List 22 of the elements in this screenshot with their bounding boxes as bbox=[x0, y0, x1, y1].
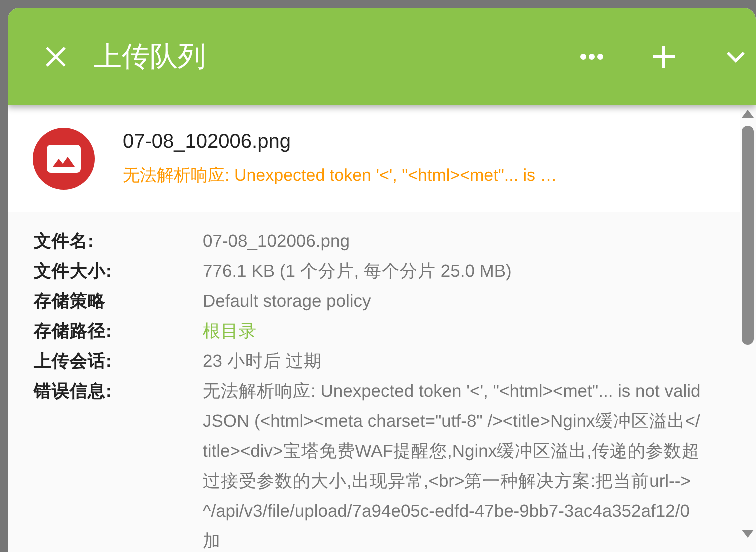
field-value: 23 小时后 过期 bbox=[203, 350, 324, 373]
panel-title: 上传队列 bbox=[94, 40, 207, 74]
field-label: 存储路径: bbox=[34, 320, 113, 343]
upload-item[interactable]: 07-08_102006.png 无法解析响应: Unexpected token '<', "<html><met"... is … bbox=[8, 105, 740, 212]
field-label: 文件名: bbox=[34, 230, 95, 253]
scrollbar-thumb[interactable] bbox=[742, 126, 754, 345]
field-label: 上传会话: bbox=[34, 350, 113, 373]
close-icon bbox=[45, 46, 67, 68]
file-name: 07-08_102006.png bbox=[123, 130, 292, 154]
field-value: 无法解析响应: Unexpected token '<', "<html><met"... is not valid JSON (<html><meta charset="utf-8" /><title>Nginx缓冲区溢出</title><div>宝塔免费WAF提醒您,Nginx缓冲区溢出,传递的参数超过接受参数的大小,出现异常,<br>第一种解决方案:把当前url-->^/api/v3/file/upload/7a94e05c-edfd-47be-9bb7-3ac4a352af12/0加 bbox=[203, 380, 702, 552]
plus-icon bbox=[653, 46, 675, 68]
field-value: Default storage policy bbox=[203, 290, 372, 313]
chevron-down-icon bbox=[726, 50, 746, 62]
field-label: 存储策略 bbox=[34, 290, 107, 313]
field-label: 错误信息: bbox=[34, 380, 113, 403]
field-value: 776.1 KB (1 个分片, 每个分片 25.0 MB) bbox=[203, 260, 513, 283]
scroll-up-icon[interactable] bbox=[742, 109, 754, 118]
more-icon bbox=[580, 52, 604, 60]
scroll-down-icon[interactable] bbox=[742, 530, 754, 539]
field-value: 07-08_102006.png bbox=[203, 230, 351, 253]
error-message: 无法解析响应: Unexpected token '<', "<html><met"... is … bbox=[123, 164, 558, 186]
field-label: 文件大小: bbox=[34, 260, 113, 283]
